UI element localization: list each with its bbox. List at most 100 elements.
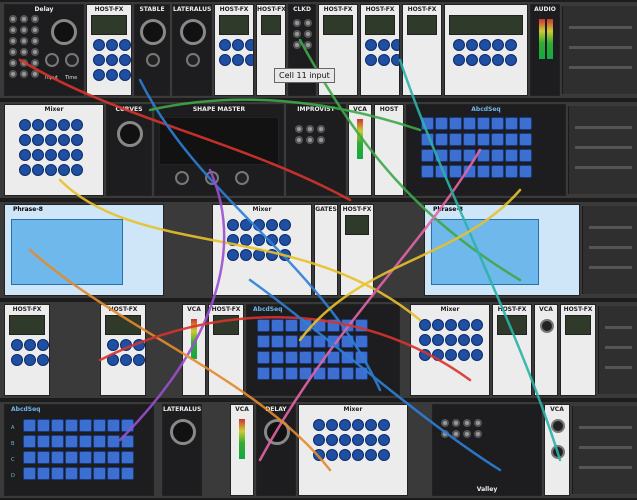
blank-panel: [598, 306, 637, 394]
module-title: VCA: [539, 306, 553, 313]
time-knob[interactable]: [51, 19, 77, 45]
module-screen: [365, 15, 395, 35]
module-title: AbcdSeq: [471, 106, 501, 113]
button-grid[interactable]: [227, 219, 291, 261]
improvist-module[interactable]: IMPROVIST: [286, 104, 346, 196]
vca-module[interactable]: VCA: [230, 404, 254, 496]
delay-module[interactable]: DELAY: [256, 404, 296, 496]
module-title: LATERALUS: [173, 6, 211, 13]
cutoff-knob[interactable]: [170, 419, 196, 445]
vca-module[interactable]: VCA: [544, 404, 570, 496]
row-label: A: [11, 425, 15, 431]
abcdseq-module[interactable]: AbcdSeq: [246, 304, 400, 396]
module-title: Mixer: [44, 106, 64, 113]
module-screen: [219, 15, 249, 35]
vca-module[interactable]: VCA: [348, 104, 372, 196]
host-fx-module[interactable]: HOST-FX: [214, 4, 254, 96]
host-fx-module[interactable]: HOST-FX: [492, 304, 532, 396]
phrase-8-module[interactable]: Phrase-8: [424, 204, 580, 296]
module-title: IMPROVIST: [297, 106, 335, 113]
time-knob[interactable]: [264, 419, 290, 445]
step-pad-grid[interactable]: [257, 319, 368, 380]
jack-column[interactable]: [293, 19, 312, 49]
audio-module[interactable]: AUDIO: [530, 4, 560, 96]
curve-knob[interactable]: [117, 121, 143, 147]
delay-param-label: Time: [65, 75, 78, 81]
button-grid[interactable]: [313, 419, 390, 461]
vca-module[interactable]: VCA: [182, 304, 206, 396]
button-grid[interactable]: [19, 119, 83, 176]
jack-column[interactable]: [441, 419, 482, 438]
button-grid[interactable]: [107, 339, 145, 366]
level-meter: [239, 419, 245, 459]
host-fx-module[interactable]: HOST-FX: [4, 304, 50, 396]
abcdseq-module[interactable]: AbcdSeq A B C D: [4, 404, 154, 496]
shape-master-module[interactable]: SHAPE MASTER: [154, 104, 284, 196]
delay-module[interactable]: Delay Input Time: [4, 4, 84, 96]
module-title: HOST-FX: [407, 6, 437, 13]
jack-column[interactable]: [295, 125, 325, 144]
mix-knob[interactable]: [65, 53, 79, 67]
curves-module[interactable]: CURVES: [106, 104, 152, 196]
step-pad-grid[interactable]: [421, 117, 532, 178]
level-knob[interactable]: [551, 445, 565, 459]
stable-knob[interactable]: [140, 19, 166, 45]
button-grid[interactable]: [219, 39, 253, 66]
module-title: DELAY: [265, 406, 287, 413]
module-screen: [9, 315, 45, 335]
vca-module[interactable]: VCA: [534, 304, 558, 396]
mixer-module[interactable]: Mixer: [410, 304, 490, 396]
level-meter: [357, 119, 363, 159]
module-title: HOST-FX: [365, 6, 395, 13]
gates-module[interactable]: GATES: [314, 204, 338, 296]
shape-knob[interactable]: [235, 171, 249, 185]
lateralus-module[interactable]: LATERALUS: [162, 404, 202, 496]
level-knob[interactable]: [540, 319, 554, 333]
host-fx-module[interactable]: HOST-FX: [340, 204, 374, 296]
shape-knob[interactable]: [205, 171, 219, 185]
button-grid[interactable]: [365, 39, 399, 66]
shape-knob[interactable]: [175, 171, 189, 185]
jack-column[interactable]: [9, 15, 39, 78]
button-grid[interactable]: [11, 339, 49, 366]
resonance-knob[interactable]: [186, 53, 200, 67]
module-title: Mixer: [440, 306, 460, 313]
module-title: VCA: [353, 106, 367, 113]
sequence-display[interactable]: [11, 219, 123, 285]
host-fx-module[interactable]: [444, 4, 528, 96]
module-title: AUDIO: [534, 6, 556, 13]
rack-row-1: Delay Input Time HOST-FX STABLE LATERALU…: [0, 0, 637, 100]
mixer-module[interactable]: Mixer: [298, 404, 408, 496]
host-fx-module[interactable]: HOST-FX: [86, 4, 132, 96]
step-pad-grid[interactable]: [23, 419, 134, 480]
module-title: Delay: [34, 6, 54, 13]
button-grid[interactable]: [93, 39, 131, 81]
phrase-8-module[interactable]: Phrase-8: [4, 204, 164, 296]
stable-small-knob[interactable]: [146, 53, 160, 67]
mixer-module[interactable]: Mixer: [4, 104, 104, 196]
module-title: Phrase-8: [433, 206, 463, 213]
lateralus-module[interactable]: LATERALUS: [172, 4, 212, 96]
level-knob[interactable]: [551, 419, 565, 433]
stable-module[interactable]: STABLE: [134, 4, 170, 96]
button-grid[interactable]: [453, 39, 517, 66]
module-screen: [91, 15, 127, 35]
abcdseq-module[interactable]: AbcdSeq: [406, 104, 566, 196]
host-fx-module[interactable]: HOST-FX: [208, 304, 244, 396]
feedback-knob[interactable]: [45, 53, 59, 67]
mixer-module[interactable]: Mixer: [212, 204, 312, 296]
host-module[interactable]: HOST: [374, 104, 404, 196]
shape-display[interactable]: [159, 117, 279, 165]
level-meter: [539, 19, 545, 59]
row-label: B: [11, 441, 15, 447]
module-screen: [105, 315, 141, 335]
button-grid[interactable]: [419, 319, 483, 361]
rack: Delay Input Time HOST-FX STABLE LATERALU…: [0, 0, 637, 500]
cutoff-knob[interactable]: [180, 19, 206, 45]
host-fx-module[interactable]: HOST-FX: [560, 304, 596, 396]
host-fx-module[interactable]: HOST-FX: [360, 4, 400, 96]
sequence-display[interactable]: [431, 219, 539, 285]
host-fx-module[interactable]: HOST-FX: [402, 4, 442, 96]
host-fx-module[interactable]: HOST-FX: [100, 304, 146, 396]
valley-module[interactable]: Valley: [432, 404, 542, 496]
